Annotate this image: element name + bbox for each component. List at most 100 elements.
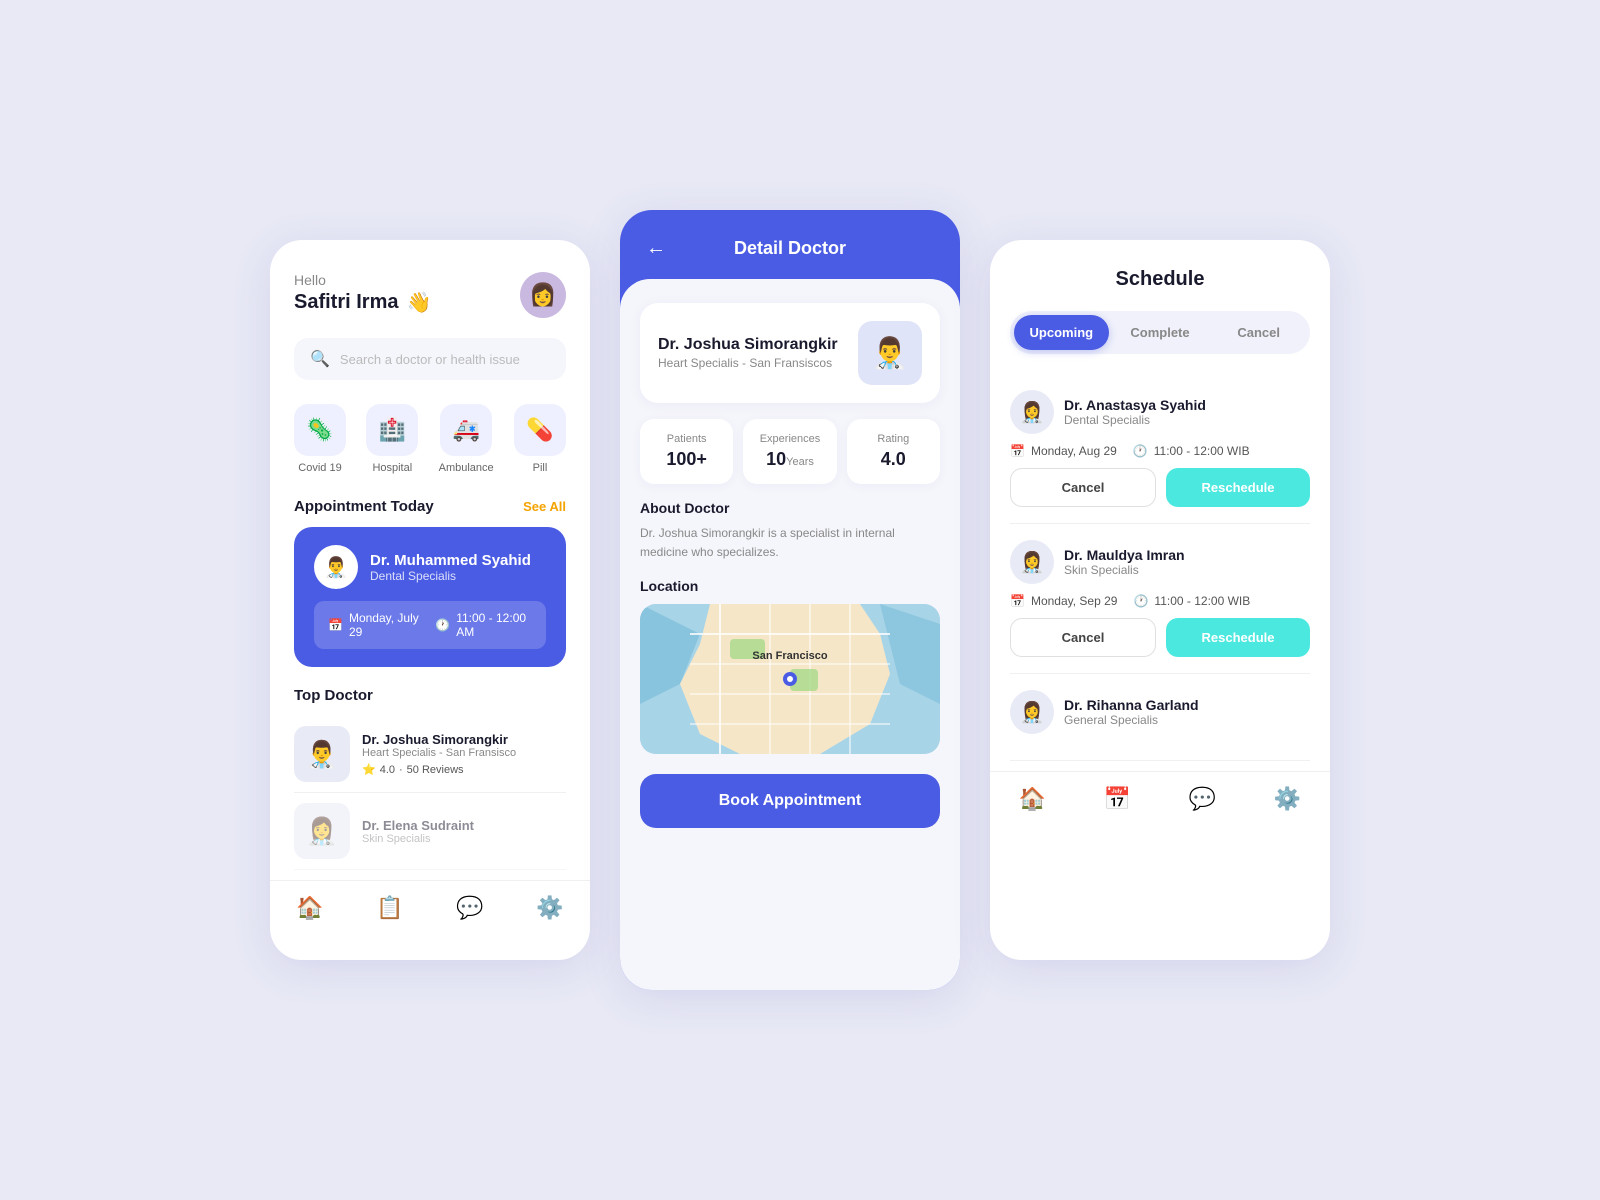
location-title: Location	[640, 578, 940, 594]
schedule-time: 11:00 - 12:00 WIB	[1154, 444, 1250, 458]
schedule-item: 👩‍⚕️ Dr. Anastasya Syahid Dental Special…	[1010, 374, 1310, 524]
list-item[interactable]: 👩‍⚕️ Dr. Elena Sudraint Skin Specialis	[294, 793, 566, 870]
list-item[interactable]: 👨‍⚕️ Dr. Joshua Simorangkir Heart Specia…	[294, 716, 566, 793]
category-ambulance[interactable]: 🚑 Ambulance	[439, 404, 494, 474]
schedule-doctor-avatar: 👩‍⚕️	[1010, 540, 1054, 584]
doctor-info-card: Dr. Joshua Simorangkir Heart Specialis -…	[640, 303, 940, 403]
doctor-name: Dr. Elena Sudraint	[362, 818, 474, 833]
cancel-button[interactable]: Cancel	[1010, 618, 1156, 657]
appointment-today-title: Appointment Today	[294, 498, 434, 515]
stats-row: Patients 100+ Experiences 10Years Rating…	[640, 419, 940, 484]
nav-list-icon[interactable]: 📋	[376, 895, 403, 921]
screen-title: Detail Doctor	[734, 238, 846, 259]
covid-label: Covid 19	[298, 462, 341, 474]
hospital-icon: 🏥	[366, 404, 418, 456]
star-icon: ⭐	[362, 763, 376, 776]
doctor-spec: Skin Specialis	[362, 833, 474, 845]
cancel-button[interactable]: Cancel	[1010, 468, 1156, 507]
about-text: Dr. Joshua Simorangkir is a specialist i…	[640, 524, 940, 562]
doctor-name: Dr. Joshua Simorangkir	[362, 732, 516, 747]
see-all-button[interactable]: See All	[523, 499, 566, 514]
schedule-doctor-name: Dr. Mauldya Imran	[1064, 547, 1185, 563]
appointment-date: Monday, July 29	[349, 611, 421, 639]
detail-doctor-screen: ← Detail Doctor Dr. Joshua Simorangkir H…	[620, 210, 960, 990]
schedule-list: 👩‍⚕️ Dr. Anastasya Syahid Dental Special…	[1010, 374, 1310, 761]
nav-chat-icon[interactable]: 💬	[1189, 786, 1216, 812]
tab-upcoming[interactable]: Upcoming	[1014, 315, 1109, 350]
search-box[interactable]: 🔍 Search a doctor or health issue	[294, 338, 566, 380]
nav-settings-icon[interactable]: ⚙️	[536, 895, 563, 921]
doctor-spec: Heart Specialis - San Fransisco	[362, 747, 516, 759]
home-screen: Hello Safitri Irma 👋 👩 🔍 Search a doctor…	[270, 240, 590, 960]
svg-text:San Francisco: San Francisco	[752, 650, 827, 662]
reschedule-button[interactable]: Reschedule	[1166, 468, 1310, 507]
greeting-text: Hello	[294, 272, 431, 288]
schedule-doctor-name: Dr. Anastasya Syahid	[1064, 397, 1206, 413]
schedule-doctor-spec: Dental Specialis	[1064, 413, 1206, 427]
appointment-doctor-spec: Dental Specialis	[370, 569, 531, 583]
top-doctor-title: Top Doctor	[294, 687, 566, 704]
clock-icon: 🕐	[1133, 444, 1148, 458]
nav-home-icon[interactable]: 🏠	[296, 895, 323, 921]
about-section: About Doctor Dr. Joshua Simorangkir is a…	[640, 500, 940, 562]
hospital-label: Hospital	[372, 462, 412, 474]
stat-patients: Patients 100+	[640, 419, 733, 484]
stat-value: 10Years	[753, 449, 826, 470]
category-list: 🦠 Covid 19 🏥 Hospital 🚑 Ambulance 💊 Pill	[294, 404, 566, 474]
bottom-nav: 🏠 📅 💬 ⚙️	[990, 771, 1330, 832]
reschedule-button[interactable]: Reschedule	[1166, 618, 1310, 657]
stat-value: 4.0	[857, 449, 930, 470]
nav-settings-icon[interactable]: ⚙️	[1274, 786, 1301, 812]
doctor-thumb: 👨‍⚕️	[294, 726, 350, 782]
appointment-time: 11:00 - 12:00 AM	[456, 611, 532, 639]
book-appointment-button[interactable]: Book Appointment	[640, 774, 940, 828]
tab-complete[interactable]: Complete	[1113, 315, 1208, 350]
category-pill[interactable]: 💊 Pill	[514, 404, 566, 474]
appointment-card: 👨‍⚕️ Dr. Muhammed Syahid Dental Speciali…	[294, 527, 566, 667]
doctor-thumb: 👩‍⚕️	[294, 803, 350, 859]
schedule-screen: Schedule Upcoming Complete Cancel 👩‍⚕️ D…	[990, 240, 1330, 960]
nav-chat-icon[interactable]: 💬	[456, 895, 483, 921]
appointment-doctor-name: Dr. Muhammed Syahid	[370, 552, 531, 569]
schedule-doctor-avatar: 👩‍⚕️	[1010, 690, 1054, 734]
map-container: San Francisco	[640, 604, 940, 754]
stat-rating: Rating 4.0	[847, 419, 940, 484]
search-placeholder: Search a doctor or health issue	[340, 352, 520, 367]
doctor-reviews: 50 Reviews	[407, 764, 464, 776]
screens-container: Hello Safitri Irma 👋 👩 🔍 Search a doctor…	[270, 210, 1330, 990]
schedule-time: 11:00 - 12:00 WIB	[1154, 594, 1250, 608]
category-covid[interactable]: 🦠 Covid 19	[294, 404, 346, 474]
search-icon: 🔍	[310, 349, 330, 369]
nav-home-icon[interactable]: 🏠	[1019, 786, 1046, 812]
stat-label: Rating	[857, 433, 930, 445]
detail-doctor-spec: Heart Specialis - San Fransiscos	[658, 356, 838, 370]
tab-cancel[interactable]: Cancel	[1211, 315, 1306, 350]
schedule-item: 👩‍⚕️ Dr. Mauldya Imran Skin Specialis 📅 …	[1010, 524, 1310, 674]
pill-label: Pill	[533, 462, 548, 474]
schedule-date: Monday, Aug 29	[1031, 444, 1117, 458]
schedule-doctor-name: Dr. Rihanna Garland	[1064, 697, 1199, 713]
ambulance-icon: 🚑	[440, 404, 492, 456]
calendar-icon: 📅	[1010, 444, 1025, 458]
doctor-rating: 4.0	[380, 764, 395, 776]
back-button[interactable]: ←	[640, 233, 672, 265]
appointment-doctor-avatar: 👨‍⚕️	[314, 545, 358, 589]
about-title: About Doctor	[640, 500, 940, 516]
bottom-nav: 🏠 📋 💬 ⚙️	[270, 880, 590, 941]
calendar-icon: 📅	[328, 618, 343, 632]
ambulance-label: Ambulance	[439, 462, 494, 474]
calendar-icon: 📅	[1010, 594, 1025, 608]
stat-label: Experiences	[753, 433, 826, 445]
detail-doctor-photo: 👨‍⚕️	[858, 321, 922, 385]
detail-doctor-name: Dr. Joshua Simorangkir	[658, 336, 838, 354]
schedule-doctor-avatar: 👩‍⚕️	[1010, 390, 1054, 434]
wave-icon: 👋	[406, 290, 431, 315]
category-hospital[interactable]: 🏥 Hospital	[366, 404, 418, 474]
nav-calendar-icon[interactable]: 📅	[1104, 786, 1131, 812]
username-text: Safitri Irma	[294, 291, 398, 314]
location-section: Location	[640, 578, 940, 754]
pill-icon: 💊	[514, 404, 566, 456]
schedule-doctor-spec: Skin Specialis	[1064, 563, 1185, 577]
schedule-title: Schedule	[1010, 268, 1310, 291]
stat-experience: Experiences 10Years	[743, 419, 836, 484]
